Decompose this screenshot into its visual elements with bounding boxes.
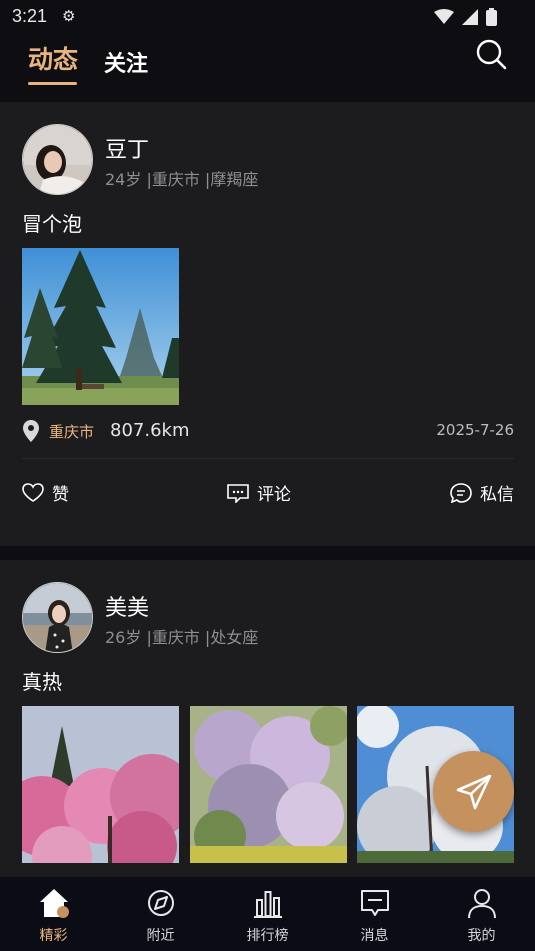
nav-item-ranking[interactable]: 排行榜 <box>214 877 321 951</box>
user-meta: 24岁 |重庆市 |摩羯座 <box>105 170 259 189</box>
user-name[interactable]: 美美 <box>105 590 149 622</box>
like-button[interactable]: 赞 <box>22 480 69 505</box>
user-meta: 26岁 |重庆市 |处女座 <box>105 628 259 647</box>
post-card[interactable]: 美美 26岁 |重庆市 |处女座 真热 <box>0 560 535 877</box>
settings-status-icon: ⚙ <box>62 7 76 25</box>
message-icon <box>360 890 389 916</box>
location-city: 重庆市 <box>49 423 95 441</box>
nav-label: 排行榜 <box>246 928 289 944</box>
divider <box>22 458 514 459</box>
signal-icon <box>462 9 478 25</box>
app-screen: 3:21 ⚙ 动态 关注 豆丁 24岁 |重庆市 |摩羯座 冒个泡 重庆市 80… <box>0 0 535 951</box>
nav-label: 精彩 <box>39 928 68 944</box>
chat-bubble-icon <box>450 482 472 503</box>
avatar[interactable] <box>22 582 93 653</box>
like-label: 赞 <box>52 485 69 505</box>
post-actions: 赞 评论 私信 <box>22 480 514 510</box>
nav-label: 附近 <box>146 928 175 944</box>
nav-item-profile[interactable]: 我的 <box>428 877 535 951</box>
post-photo[interactable] <box>22 706 179 863</box>
send-icon <box>456 774 491 809</box>
nearby-icon <box>147 890 174 916</box>
tab-dynamics[interactable]: 动态 <box>28 40 78 76</box>
nav-label: 消息 <box>360 928 389 944</box>
nav-item-nearby[interactable]: 附近 <box>107 877 214 951</box>
post-text: 真热 <box>22 670 62 694</box>
status-time: 3:21 <box>12 6 48 26</box>
comment-button[interactable]: 评论 <box>227 480 291 505</box>
tab-indicator <box>28 82 77 85</box>
nav-label: 我的 <box>467 928 496 944</box>
nav-item-featured[interactable]: 精彩 <box>0 877 107 951</box>
battery-icon <box>486 8 497 26</box>
top-header: 动态 关注 <box>0 34 535 100</box>
avatar[interactable] <box>22 124 93 195</box>
location-row: 重庆市 807.6km 2025-7-26 <box>22 418 514 446</box>
home-icon <box>39 889 69 918</box>
post-card[interactable]: 豆丁 24岁 |重庆市 |摩羯座 冒个泡 重庆市 807.6km 2025-7-… <box>0 102 535 546</box>
post-photo[interactable] <box>22 248 179 405</box>
status-bar: 3:21 ⚙ <box>0 0 535 34</box>
post-date: 2025-7-26 <box>436 421 514 439</box>
status-icons <box>434 8 497 26</box>
bottom-nav: 精彩 附近 排行榜 消息 我的 <box>0 877 535 951</box>
distance: 807.6km <box>110 420 190 441</box>
user-name[interactable]: 豆丁 <box>105 132 149 164</box>
publish-button[interactable] <box>433 751 514 832</box>
nav-item-messages[interactable]: 消息 <box>321 877 428 951</box>
search-icon[interactable] <box>475 38 507 70</box>
tab-following[interactable]: 关注 <box>104 46 148 78</box>
location-pin-icon <box>23 420 39 442</box>
comment-label: 评论 <box>257 485 291 505</box>
comment-icon <box>227 483 249 503</box>
post-text: 冒个泡 <box>22 212 82 236</box>
ranking-icon <box>253 891 282 918</box>
post-photo[interactable] <box>190 706 347 863</box>
message-label: 私信 <box>480 485 514 505</box>
heart-icon <box>22 482 44 502</box>
profile-icon <box>467 889 496 919</box>
wifi-icon <box>434 9 454 24</box>
private-message-button[interactable]: 私信 <box>450 480 514 505</box>
